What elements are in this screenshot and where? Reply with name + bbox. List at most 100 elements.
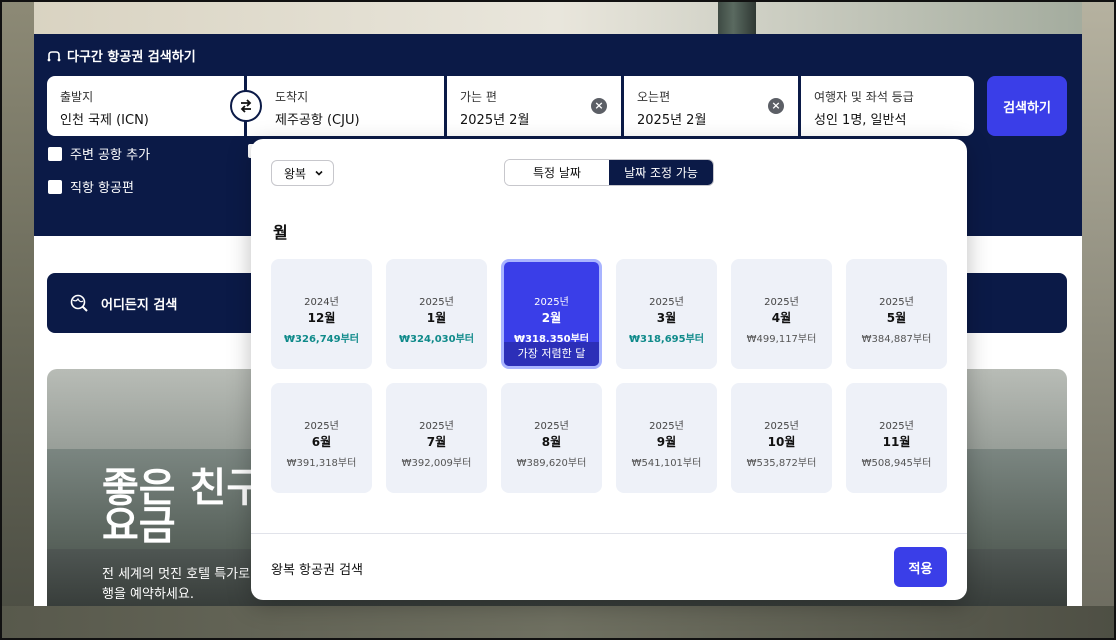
month-card-year: 2025년 — [764, 297, 799, 308]
date-mode-toggle: 특정 날짜 날짜 조정 가능 — [504, 159, 714, 186]
month-card-year: 2025년 — [879, 421, 914, 432]
month-card[interactable]: 2025년 9월 ₩541,101부터 — [616, 383, 717, 493]
month-card-month: 9월 — [656, 435, 677, 449]
direct-flights-label: 직항 항공편 — [70, 181, 134, 196]
month-card-month: 7월 — [426, 435, 447, 449]
month-card-price: ₩535,872부터 — [746, 458, 817, 469]
month-card[interactable]: 2025년 1월 ₩324,030부터 — [386, 259, 487, 369]
month-card-price: ₩391,318부터 — [286, 458, 357, 469]
month-card[interactable]: 2025년 2월 ₩318,350부터 가장 저렴한 달 — [501, 259, 602, 369]
departure-label: 가는 편 — [460, 90, 497, 104]
month-card[interactable]: 2025년 7월 ₩392,009부터 — [386, 383, 487, 493]
month-card[interactable]: 2025년 10월 ₩535,872부터 — [731, 383, 832, 493]
tab-flexible-date[interactable]: 날짜 조정 가능 — [609, 160, 713, 185]
hero-headline-line2: 요금 — [102, 503, 176, 549]
nearby-checkbox-box[interactable] — [48, 146, 62, 161]
month-card-month: 6월 — [311, 435, 332, 449]
swap-icon — [240, 99, 252, 113]
month-card-year: 2024년 — [304, 297, 339, 308]
origin-value: 인천 국제 (ICN) — [60, 113, 149, 128]
month-card-month: 1월 — [426, 311, 447, 325]
clear-return-icon[interactable]: × — [768, 98, 784, 114]
destination-value: 제주공항 (CJU) — [275, 113, 360, 128]
destination-label: 도착지 — [275, 90, 309, 104]
month-card[interactable]: 2025년 11월 ₩508,945부터 — [846, 383, 947, 493]
swap-button[interactable] — [230, 90, 262, 122]
cheapest-month-badge: 가장 저렴한 달 — [504, 342, 599, 366]
month-card[interactable]: 2025년 6월 ₩391,318부터 — [271, 383, 372, 493]
month-card-month: 5월 — [886, 311, 907, 325]
background-right — [1082, 0, 1116, 640]
explore-label: 어디든지 검색 — [101, 297, 178, 313]
popup-divider — [251, 533, 967, 534]
month-card-month: 4월 — [771, 311, 792, 325]
destination-field[interactable]: 도착지 제주공항 (CJU) — [247, 76, 444, 136]
month-card-year: 2025년 — [419, 421, 454, 432]
month-card-price: ₩389,620부터 — [516, 458, 587, 469]
hero-sub-line1: 전 세계의 멋진 호텔 특가로 — [102, 567, 251, 582]
departure-value: 2025년 2월 — [460, 113, 530, 128]
clear-departure-icon[interactable]: × — [591, 98, 607, 114]
month-card-year: 2025년 — [419, 297, 454, 308]
month-card-month: 2월 — [541, 311, 562, 325]
month-card-month: 12월 — [307, 311, 336, 325]
section-title-text: 다구간 항공권 검색하기 — [67, 50, 196, 65]
multi-city-icon — [47, 50, 61, 61]
month-card-year: 2025년 — [764, 421, 799, 432]
month-card[interactable]: 2025년 3월 ₩318,695부터 — [616, 259, 717, 369]
search-button[interactable]: 검색하기 — [987, 76, 1067, 136]
month-card-price: ₩318,695부터 — [629, 334, 704, 345]
month-card-month: 8월 — [541, 435, 562, 449]
month-card-price: ₩541,101부터 — [631, 458, 702, 469]
month-card-year: 2025년 — [649, 297, 684, 308]
nearby-airports-checkbox[interactable]: 주변 공항 추가 — [48, 144, 150, 163]
chevron-down-icon — [315, 170, 323, 176]
direct-checkbox-box[interactable] — [48, 179, 62, 194]
month-card-year: 2025년 — [304, 421, 339, 432]
month-card-month: 3월 — [656, 311, 677, 325]
month-card-month: 10월 — [767, 435, 796, 449]
month-card-year: 2025년 — [534, 421, 569, 432]
month-card-year: 2025년 — [879, 297, 914, 308]
month-card[interactable]: 2025년 8월 ₩389,620부터 — [501, 383, 602, 493]
month-card[interactable]: 2025년 4월 ₩499,117부터 — [731, 259, 832, 369]
month-card-price: ₩326,749부터 — [284, 334, 359, 345]
tab-specific-date[interactable]: 특정 날짜 — [505, 160, 609, 185]
section-title: 다구간 항공권 검색하기 — [47, 46, 196, 65]
background-bottom — [0, 606, 1116, 640]
globe-search-icon — [70, 294, 88, 312]
trip-type-value: 왕복 — [284, 166, 307, 181]
departure-field[interactable]: 가는 편 2025년 2월 × — [447, 76, 621, 136]
hero-headline-line1: 좋은 친구 — [102, 465, 264, 511]
month-card-price: ₩324,030부터 — [399, 334, 474, 345]
month-card-price: ₩508,945부터 — [861, 458, 932, 469]
month-card-month: 11월 — [882, 435, 911, 449]
month-card-price: ₩392,009부터 — [401, 458, 472, 469]
passengers-value: 성인 1명, 일반석 — [814, 113, 907, 128]
apply-button[interactable]: 적용 — [894, 547, 947, 587]
hero-headline: 좋은 친구 요금 — [102, 465, 264, 549]
background-top — [0, 0, 1116, 34]
hero-subtext: 전 세계의 멋진 호텔 특가로 행을 예약하세요. — [102, 565, 272, 605]
hero-sub-line2: 행을 예약하세요. — [102, 587, 194, 602]
month-heading: 월 — [273, 223, 288, 242]
passengers-field[interactable]: 여행자 및 좌석 등급 성인 1명, 일반석 — [801, 76, 974, 136]
return-label: 오는편 — [637, 90, 671, 104]
footer-text: 왕복 항공권 검색 — [271, 563, 363, 578]
month-card-price: ₩499,117부터 — [746, 334, 817, 345]
passengers-label: 여행자 및 좌석 등급 — [814, 90, 914, 104]
month-card-year: 2025년 — [534, 297, 569, 308]
month-card-year: 2025년 — [649, 421, 684, 432]
trip-type-select[interactable]: 왕복 — [271, 160, 334, 186]
month-picker-popup: 왕복 특정 날짜 날짜 조정 가능 월 2024년 12월 ₩326,749부터 20… — [251, 139, 967, 600]
origin-field[interactable]: 출발지 인천 국제 (ICN) — [47, 76, 244, 136]
background-left — [0, 0, 34, 640]
origin-label: 출발지 — [60, 90, 94, 104]
nearby-airports-label: 주변 공항 추가 — [70, 148, 151, 163]
return-field[interactable]: 오는편 2025년 2월 × — [624, 76, 798, 136]
return-value: 2025년 2월 — [637, 113, 707, 128]
month-card-price: ₩384,887부터 — [861, 334, 932, 345]
direct-flights-checkbox[interactable]: 직항 항공편 — [48, 177, 134, 196]
month-card[interactable]: 2024년 12월 ₩326,749부터 — [271, 259, 372, 369]
month-card[interactable]: 2025년 5월 ₩384,887부터 — [846, 259, 947, 369]
